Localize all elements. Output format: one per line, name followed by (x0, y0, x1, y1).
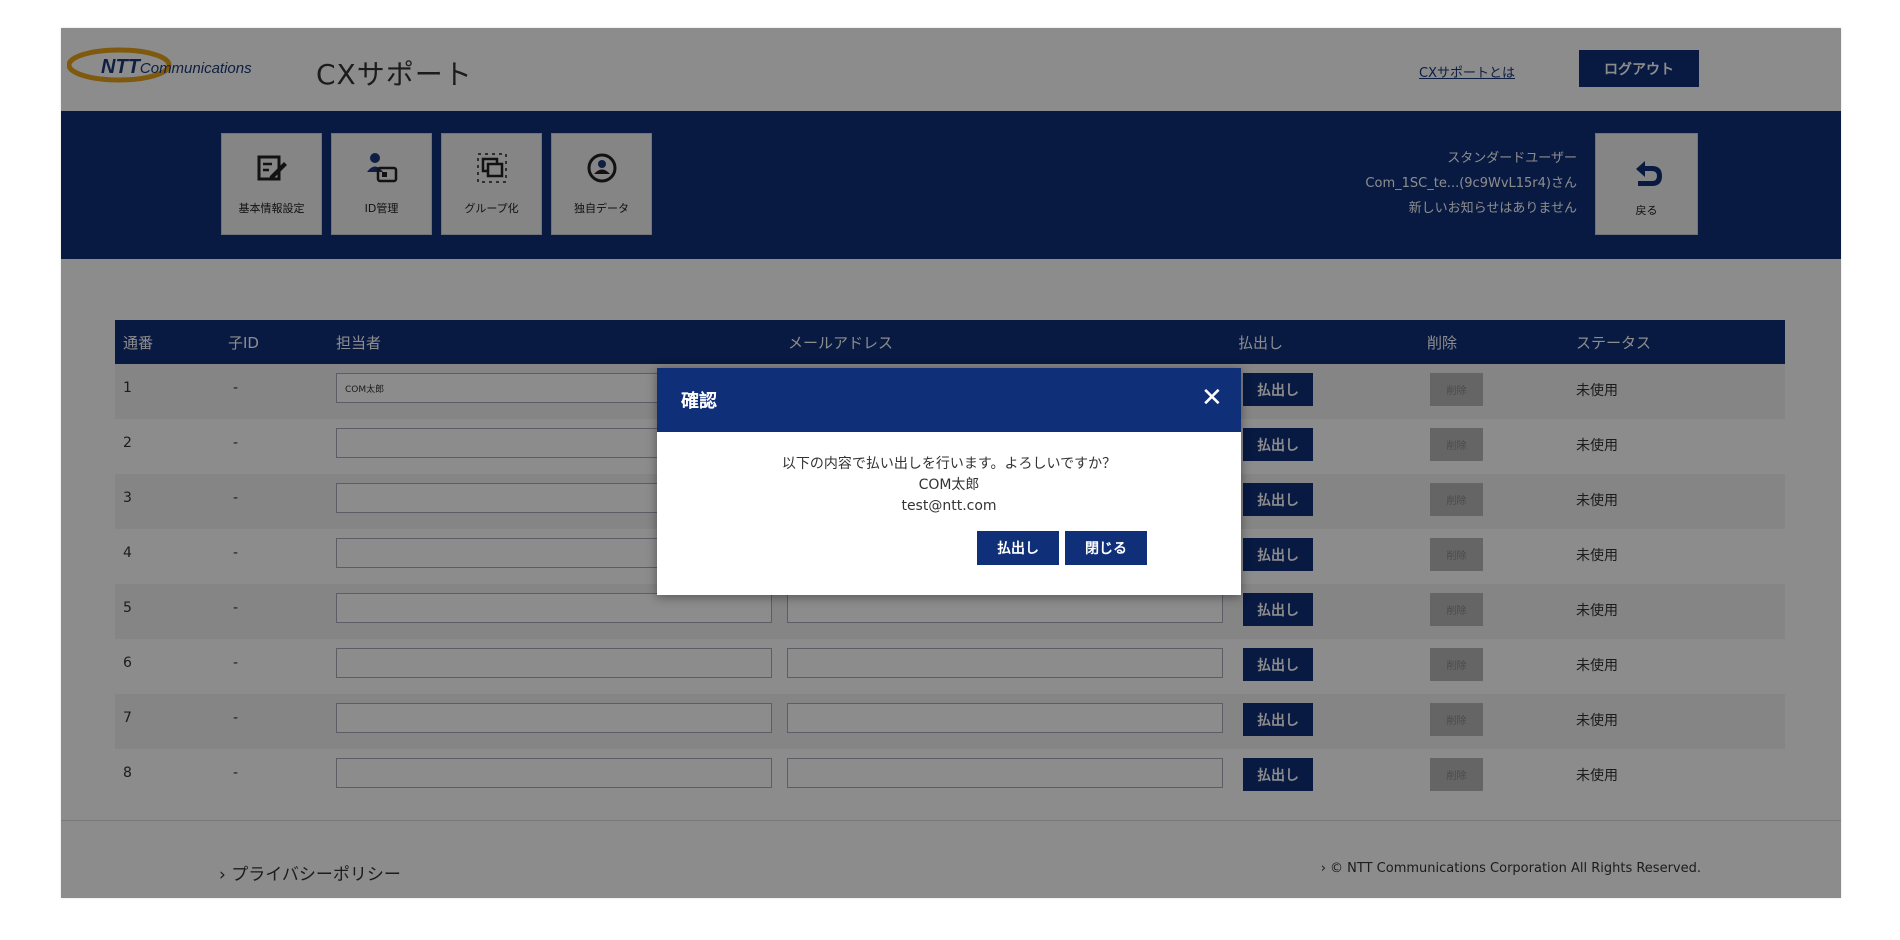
dialog-header: 確認 ✕ (657, 368, 1241, 432)
confirm-dialog: 確認 ✕ 以下の内容で払い出しを行います。よろしいですか？ COM太郎 test… (657, 368, 1241, 595)
close-icon[interactable]: ✕ (1201, 383, 1223, 413)
confirm-issue-button[interactable]: 払出し (977, 531, 1059, 565)
dialog-body: 以下の内容で払い出しを行います。よろしいですか？ COM太郎 test@ntt.… (657, 432, 1241, 517)
dialog-email: test@ntt.com (901, 498, 997, 514)
dialog-message: 以下の内容で払い出しを行います。よろしいですか？ (781, 456, 1117, 472)
dialog-close-button[interactable]: 閉じる (1065, 531, 1147, 565)
dialog-person: COM太郎 (918, 477, 980, 493)
dialog-title: 確認 (681, 391, 717, 412)
app-window: NTTCommunications CXサポート CXサポートとは ログアウト … (61, 28, 1841, 898)
